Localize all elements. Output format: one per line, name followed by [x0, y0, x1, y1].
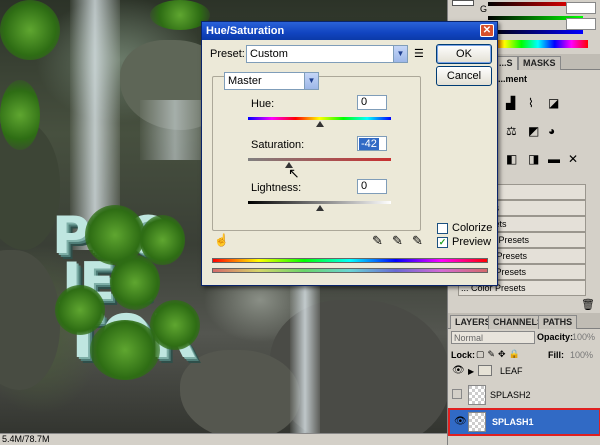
preset-select[interactable]: Custom ▼ — [246, 45, 408, 63]
waterfall — [140, 100, 210, 160]
layer-name: SPLASH2 — [490, 390, 531, 400]
layers-tabs: LAYERS CHANNELS PATHS — [448, 313, 600, 329]
eyedropper-minus-icon[interactable]: ✎ — [412, 234, 423, 247]
status-bar: 5.4M/78.7M — [0, 433, 447, 445]
output-spectrum-bar — [212, 268, 488, 273]
hue-input[interactable]: 0 — [357, 95, 387, 110]
eye-icon[interactable]: 👁 — [454, 417, 467, 427]
layer-row[interactable]: SPLASH2 — [448, 382, 600, 409]
hue-slider-track[interactable] — [248, 117, 391, 120]
preset-options-icon[interactable]: ☰ — [414, 47, 424, 60]
colorize-checkbox[interactable] — [437, 223, 448, 234]
targeted-adjustment-icon[interactable]: ☝ — [214, 234, 229, 247]
moss — [0, 80, 40, 150]
rock — [180, 350, 300, 440]
photoshop-window: PRO JEC TOR 5.4M/78.7M G ...S MASKS ...m… — [0, 0, 600, 445]
layer-row-selected[interactable]: 👁 SPLASH1 — [448, 408, 600, 436]
layer-thumbnail — [468, 412, 486, 432]
expand-arrow-icon[interactable]: ▶ — [468, 367, 474, 376]
chevron-down-icon: ▼ — [304, 73, 318, 89]
edit-channel-value: Master — [228, 75, 262, 87]
rock — [0, 250, 60, 390]
input-spectrum-bar — [212, 258, 488, 263]
delete-icon[interactable]: 🗑 — [581, 298, 595, 311]
black-white-icon[interactable]: ◩ — [528, 124, 539, 138]
invert-icon[interactable]: ◧ — [506, 152, 517, 166]
visibility-box[interactable] — [452, 389, 462, 399]
blend-mode-select[interactable]: Normal — [451, 331, 535, 344]
saturation-label: Saturation: — [251, 139, 305, 151]
adjustment-icons: ▟ ⌇ ◪ ⚖ ◩ ◕ ◧ ◨ ▬ ✕ — [500, 96, 600, 176]
close-button[interactable]: ✕ — [480, 24, 494, 37]
color-spectrum[interactable] — [488, 40, 588, 48]
preset-label: Preset: — [210, 48, 245, 60]
foreground-swatch[interactable] — [452, 0, 474, 6]
eyedropper-plus-icon[interactable]: ✎ — [392, 234, 403, 247]
lightness-slider-handle[interactable] — [315, 205, 324, 211]
ok-button[interactable]: OK — [436, 44, 492, 64]
preview-label: Preview — [452, 236, 492, 248]
colorize-label: Colorize — [452, 222, 493, 234]
folder-icon — [478, 365, 492, 376]
gradient-map-icon[interactable]: ▬ — [548, 152, 560, 166]
edit-channel-select[interactable]: Master ▼ — [224, 72, 319, 90]
dialog-title: Hue/Saturation — [206, 25, 285, 37]
blend-mode-value: Normal — [454, 333, 484, 343]
opacity-label: Opacity: — [537, 332, 574, 342]
eyedropper-icon[interactable]: ✎ — [372, 234, 383, 247]
mouse-cursor-icon: ↖ — [288, 165, 300, 181]
hue-label: Hue: — [251, 98, 275, 110]
checkmark-icon: ✓ — [438, 237, 447, 247]
curves-icon[interactable]: ⌇ — [528, 96, 534, 110]
saturation-input[interactable]: -42 — [357, 136, 387, 151]
tab-masks[interactable]: MASKS — [518, 56, 561, 70]
exposure-icon[interactable]: ◪ — [548, 96, 559, 110]
moss — [0, 0, 60, 60]
layer-name: SPLASH1 — [492, 417, 534, 427]
chevron-down-icon: ▼ — [393, 46, 407, 62]
leaf-cluster — [110, 255, 160, 310]
lightness-slider-track[interactable] — [248, 201, 391, 204]
saturation-slider-track[interactable] — [248, 158, 391, 161]
preview-checkbox[interactable]: ✓ — [437, 237, 448, 248]
eye-icon[interactable]: 👁 — [452, 366, 465, 376]
layer-thumbnail — [468, 385, 486, 405]
balance-icon[interactable]: ⚖ — [506, 124, 517, 138]
selective-color-icon[interactable]: ✕ — [568, 152, 578, 166]
lightness-label: Lightness: — [251, 182, 302, 194]
green-channel-label: G — [480, 4, 488, 14]
leaf-cluster — [150, 300, 200, 350]
blue-slider[interactable] — [488, 30, 583, 34]
photo-filter-icon[interactable]: ◕ — [548, 124, 555, 138]
levels-icon[interactable]: ▟ — [506, 96, 515, 110]
layer-name: LEAF — [500, 366, 523, 376]
posterize-icon[interactable]: ◨ — [528, 152, 539, 166]
hue-slider-handle[interactable] — [315, 121, 324, 127]
dialog-titlebar[interactable]: Hue/Saturation ✕ — [202, 22, 497, 40]
close-icon: ✕ — [482, 25, 492, 36]
adjustments-footer: 🗑 — [448, 298, 600, 312]
channel-value-field[interactable] — [566, 18, 596, 30]
preset-value: Custom — [250, 48, 288, 60]
adjustments-title: ...ment — [498, 74, 528, 84]
lightness-input[interactable]: 0 — [357, 179, 387, 194]
saturation-value: -42 — [359, 138, 379, 150]
waterfall — [290, 280, 320, 440]
tab-paths[interactable]: PATHS — [538, 315, 578, 329]
channel-value-field[interactable] — [566, 2, 596, 14]
layer-row[interactable]: 👁 ▶ LEAF — [448, 358, 600, 385]
opacity-value[interactable]: 100% — [572, 332, 595, 342]
cancel-button[interactable]: Cancel — [436, 66, 492, 86]
hue-saturation-dialog: Hue/Saturation ✕ Preset: Custom ▼ ☰ OK C… — [201, 21, 498, 286]
leaf-cluster — [55, 285, 105, 335]
